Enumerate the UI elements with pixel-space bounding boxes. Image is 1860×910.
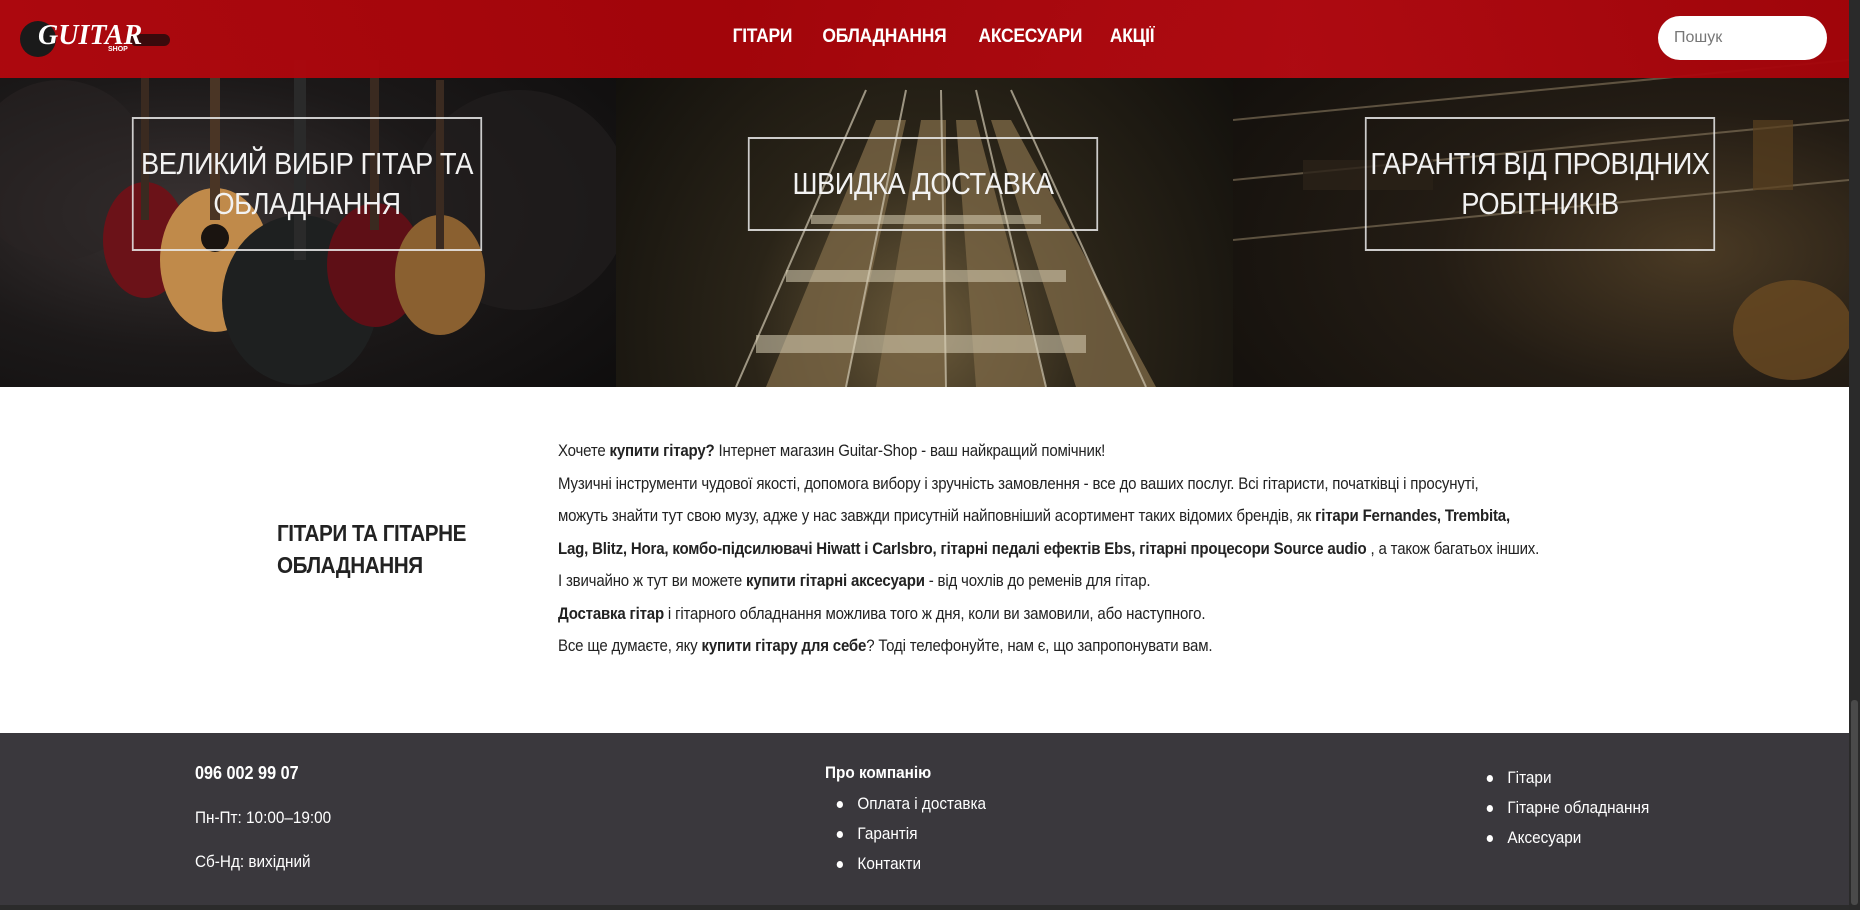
footer-hours-weekend: Сб-Нд: вихідний xyxy=(195,852,311,871)
footer-link-contacts[interactable]: Контакти xyxy=(825,849,986,879)
about-emphasis: купити гітару? xyxy=(609,442,715,460)
about-emphasis: Lag, Blitz, Hora, комбо-підсилювачі Hiwa… xyxy=(558,539,1367,558)
about-text-fragment: Інтернет магазин Guitar-Shop - ваш найкр… xyxy=(714,442,1106,460)
about-text-fragment: Музичні інструменти чудової якості, допо… xyxy=(558,474,1479,493)
footer-link-guitar-equipment[interactable]: Гітарне обладнання xyxy=(1475,793,1649,823)
nav-guitars[interactable]: ГІТАРИ xyxy=(733,26,793,48)
about-paragraph-line: Музичні інструменти чудової якості, допо… xyxy=(558,468,1495,501)
about-paragraph-line: Все ще думаєте, яку купити гітару для се… xyxy=(558,630,1495,663)
about-text-fragment: ? Тоді телефонуйте, нам є, що запропонув… xyxy=(866,637,1213,655)
footer-company-links: Оплата і доставка Гарантія Контакти xyxy=(825,789,986,879)
about-paragraph-line: можуть знайти тут свою музу, адже у нас … xyxy=(558,500,1510,533)
hero-box-delivery[interactable]: ШВИДКА ДОСТАВКА xyxy=(747,137,1099,231)
page-scrollbar[interactable] xyxy=(1849,0,1860,910)
footer-link-payment-delivery[interactable]: Оплата і доставка xyxy=(825,789,986,819)
about-text-fragment: і гітарного обладнання можлива того ж дн… xyxy=(663,604,1206,623)
hero-box-guarantee[interactable]: ГАРАНТІЯ ВІД ПРОВІДНИХ РОБІТНИКІВ xyxy=(1364,117,1716,251)
about-emphasis: купити гітарні аксесуари xyxy=(746,572,925,590)
scrollbar-thumb[interactable] xyxy=(1851,700,1858,905)
footer-categories: Гітари Гітарне обладнання Аксесуари xyxy=(1475,763,1649,853)
about-section: ГІТАРИ ТА ГІТАРНЕ ОБЛАДНАННЯ Хочете купи… xyxy=(0,387,1849,733)
footer-phone[interactable]: 096 002 99 07 xyxy=(195,763,331,784)
footer-link-accessories[interactable]: Аксесуари xyxy=(1475,823,1649,853)
about-paragraph-line: Lag, Blitz, Hora, комбо-підсилювачі Hiwa… xyxy=(558,533,1539,566)
hero-title: ВЕЛИКИЙ ВИБІР ГІТАР ТА ОБЛАДНАННЯ xyxy=(140,146,474,221)
nav-equipment[interactable]: ОБЛАДНАННЯ xyxy=(822,26,946,48)
hero-box-selection[interactable]: ВЕЛИКИЙ ВИБІР ГІТАР ТА ОБЛАДНАННЯ xyxy=(131,117,483,251)
site-footer: 096 002 99 07 Пн-Пт: 10:00–19:00 Сб-Нд: … xyxy=(0,733,1849,905)
logo-subtext: SHOP xyxy=(108,46,128,53)
footer-link-guitars[interactable]: Гітари xyxy=(1475,763,1649,793)
site-header: GUITAR SHOP ГІТАРИ ОБЛАДНАННЯ АКСЕСУАРИ … xyxy=(0,0,1849,78)
footer-contacts: 096 002 99 07 Пн-Пт: 10:00–19:00 Сб-Нд: … xyxy=(195,763,331,872)
search-input[interactable] xyxy=(1658,16,1827,60)
about-paragraph-line: І звичайно ж тут ви можете купити гітарн… xyxy=(558,565,1495,598)
about-text-fragment: І звичайно ж тут ви можете xyxy=(558,572,747,590)
guitar-shop-logo[interactable]: GUITAR SHOP xyxy=(20,18,170,58)
about-text-fragment: - від чохлів до ременів для гітар. xyxy=(924,572,1151,590)
hero-title: ГАРАНТІЯ ВІД ПРОВІДНИХ РОБІТНИКІВ xyxy=(1370,146,1710,221)
footer-link-guarantee[interactable]: Гарантія xyxy=(825,819,986,849)
about-text: Хочете купити гітару? Інтернет магазин G… xyxy=(558,435,1539,663)
about-title: ГІТАРИ ТА ГІТАРНЕ ОБЛАДНАННЯ xyxy=(277,520,466,578)
footer-category-links: Гітари Гітарне обладнання Аксесуари xyxy=(1475,763,1649,853)
hero-title: ШВИДКА ДОСТАВКА xyxy=(792,166,1054,201)
footer-hours-weekdays: Пн-Пт: 10:00–19:00 xyxy=(195,808,332,827)
about-text-fragment: можуть знайти тут свою музу, адже у нас … xyxy=(558,507,1316,525)
nav-accessories[interactable]: АКСЕСУАРИ xyxy=(978,26,1082,48)
about-emphasis: Доставка гітар xyxy=(558,604,664,623)
nav-promotions[interactable]: АКЦІЇ xyxy=(1110,26,1155,48)
about-emphasis: гітари Fernandes, Trembita, xyxy=(1315,507,1510,525)
about-text-fragment: Хочете xyxy=(558,442,610,460)
footer-company: Про компанію Оплата і доставка Гарантія … xyxy=(825,763,986,879)
about-paragraph-line: Доставка гітар і гітарного обладнання мо… xyxy=(558,598,1495,631)
footer-company-title: Про компанію xyxy=(825,763,932,782)
about-text-fragment: Все ще думаєте, яку xyxy=(558,637,702,655)
about-paragraph-line: Хочете купити гітару? Інтернет магазин G… xyxy=(558,435,1495,468)
main-nav: ГІТАРИ ОБЛАДНАННЯ АКСЕСУАРИ АКЦІЇ xyxy=(730,26,1178,48)
about-emphasis: купити гітару для себе xyxy=(701,637,867,655)
about-text-fragment: , а також багатьох інших. xyxy=(1366,539,1540,558)
